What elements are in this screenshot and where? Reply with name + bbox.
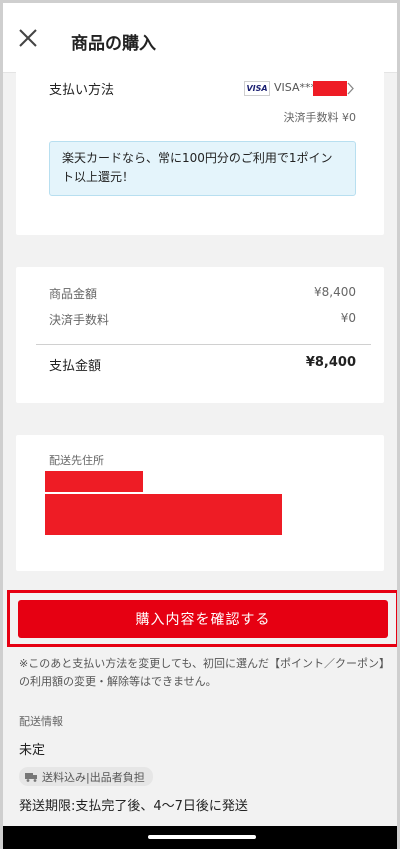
redaction-address-name (45, 471, 143, 492)
shipping-status: 未定 (19, 743, 46, 758)
item-price-value: ¥8,400 (314, 285, 356, 299)
card-number-text[interactable]: VISA*** (274, 81, 316, 94)
rakuten-card-info-box: 楽天カードなら、常に100円分のご利用で1ポイント以上還元！ (49, 141, 356, 196)
page-title: 商品の購入 (71, 34, 156, 54)
payment-fee-label: 決済手数料 (49, 313, 110, 327)
chevron-right-icon[interactable] (347, 82, 355, 95)
price-summary-card: 商品金額 ¥8,400 決済手数料 ¥0 支払金額 ¥8,400 (16, 267, 384, 403)
shipping-address-label: 配送先住所 (49, 454, 104, 467)
confirm-purchase-button[interactable]: 購入内容を確認する (18, 600, 388, 638)
truck-icon (25, 772, 37, 782)
screen: 商品の購入 支払い方法 VISA VISA*** 決済手数料 ¥0 楽天カードな… (0, 0, 400, 849)
payment-card: 支払い方法 VISA VISA*** 決済手数料 ¥0 楽天カードなら、常に10… (16, 65, 384, 235)
payment-method-label: 支払い方法 (49, 83, 115, 98)
system-nav-bar (3, 826, 397, 849)
address-card[interactable]: 配送先住所 (16, 435, 384, 571)
shipping-fee-badge-text: 送料込み|出品者負担 (42, 770, 145, 784)
redaction-card-number (313, 81, 347, 96)
payment-fee-value: ¥0 (340, 311, 356, 325)
close-icon[interactable] (17, 27, 39, 49)
redaction-address-detail (45, 494, 282, 535)
total-value: ¥8,400 (305, 355, 356, 370)
shipping-period: 発送期限:支払完了後、4〜7日後に発送 (19, 799, 248, 814)
shipping-info-label: 配送情報 (19, 715, 63, 728)
total-label: 支払金額 (49, 359, 102, 374)
visa-logo-icon[interactable]: VISA (244, 81, 270, 96)
shipping-fee-badge: 送料込み|出品者負担 (19, 767, 153, 786)
header: 商品の購入 (3, 3, 397, 73)
home-indicator[interactable] (148, 835, 256, 839)
notice-text: ※このあと支払い方法を変更しても、初回に選んだ【ポイント／クーポン】の利用額の変… (19, 657, 385, 688)
payment-fee-note: 決済手数料 ¥0 (283, 111, 357, 124)
divider (36, 344, 371, 345)
item-price-label: 商品金額 (49, 287, 98, 301)
